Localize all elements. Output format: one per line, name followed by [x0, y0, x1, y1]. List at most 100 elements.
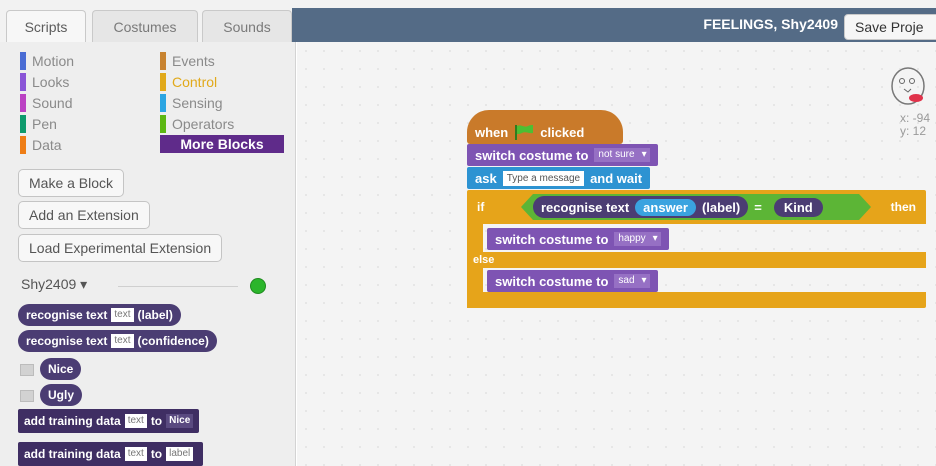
category-operators[interactable]: Operators: [160, 115, 234, 133]
category-label: Sensing: [172, 95, 223, 111]
else-label: else: [473, 254, 495, 266]
block-text: switch costume to: [495, 273, 609, 289]
tab-costumes[interactable]: Costumes: [92, 10, 198, 42]
operators-color-swatch: [160, 115, 166, 133]
category-label: Events: [172, 53, 215, 69]
category-more-blocks[interactable]: More Blocks: [160, 135, 284, 153]
block-input-slot[interactable]: text: [124, 447, 147, 461]
block-text: (label): [701, 199, 741, 215]
divider: [118, 286, 238, 287]
make-a-block-button[interactable]: Make a Block: [18, 169, 125, 197]
category-label: Sound: [32, 95, 73, 111]
add-extension-button[interactable]: Add an Extension: [18, 201, 150, 229]
category-sound[interactable]: Sound: [20, 94, 72, 112]
block-text: Ugly: [48, 388, 75, 402]
block-add-training-data-label[interactable]: add training data text to label: [18, 442, 204, 466]
block-label-nice[interactable]: Nice: [40, 358, 82, 380]
block-text: (label): [137, 308, 173, 322]
block-input-slot[interactable]: label: [166, 447, 194, 461]
switch-costume-happy-block[interactable]: switch costume to happy ▾: [487, 228, 669, 250]
ask-message-input[interactable]: Type a message: [502, 170, 585, 186]
events-color-swatch: [160, 52, 166, 70]
block-text: switch costume to: [495, 231, 609, 247]
green-flag-icon: [515, 125, 534, 140]
sprite-thumbnail[interactable]: [882, 64, 932, 112]
top-bar: Scripts Costumes Sounds FEELINGS, Shy240…: [0, 0, 936, 43]
chevron-down-icon: ▾: [649, 232, 661, 246]
category-motion[interactable]: Motion: [20, 52, 74, 70]
block-input-slot[interactable]: text: [111, 308, 134, 322]
project-header: FEELINGS, Shy2409 Save Proje: [292, 8, 936, 42]
tab-scripts[interactable]: Scripts: [6, 10, 86, 43]
block-text: when: [475, 124, 509, 140]
data-color-swatch: [20, 136, 26, 154]
tab-sounds[interactable]: Sounds: [202, 10, 292, 42]
category-label: Control: [172, 74, 218, 90]
block-add-training-data-nice[interactable]: add training data text to Nice: [18, 409, 200, 433]
block-input-slot[interactable]: text: [111, 334, 134, 348]
block-text: add training data: [24, 414, 121, 428]
block-text: ask: [475, 170, 497, 186]
label-ugly-checkbox[interactable]: [20, 390, 34, 402]
looks-color-swatch: [20, 73, 26, 91]
scripts-area[interactable]: x: -94 y: 12 when clicked switch costume…: [297, 42, 936, 466]
answer-reporter[interactable]: answer: [635, 199, 696, 216]
equals-sign: =: [754, 199, 762, 215]
chevron-down-icon: ▾: [638, 148, 650, 162]
sprite-coordinates: x: -94 y: 12: [900, 112, 930, 138]
then-label: then: [890, 200, 916, 214]
category-label: Motion: [32, 53, 75, 69]
category-pen[interactable]: Pen: [20, 115, 57, 133]
equals-operator-block[interactable]: recognise text answer (label) = Kind: [521, 194, 871, 220]
sprite-y: y: 12: [899, 124, 926, 138]
category-events[interactable]: Events: [160, 52, 215, 70]
chevron-down-icon: ▾: [638, 274, 650, 288]
block-label-ugly[interactable]: Ugly: [40, 384, 83, 406]
block-recognise-label[interactable]: recognise text text (label): [18, 304, 181, 326]
category-looks[interactable]: Looks: [20, 73, 69, 91]
block-input-slot[interactable]: text: [124, 414, 147, 428]
category-data[interactable]: Data: [20, 136, 62, 154]
ask-and-wait-block[interactable]: ask Type a message and wait: [467, 167, 651, 189]
costume-dropdown[interactable]: happy: [614, 232, 650, 246]
block-recognise-confidence[interactable]: recognise text text (confidence): [18, 330, 217, 352]
if-footer: [467, 292, 926, 308]
when-flag-clicked-block[interactable]: when clicked: [467, 110, 623, 144]
category-label: Data: [32, 137, 62, 153]
model-selector[interactable]: Shy2409 ▾: [21, 276, 87, 293]
category-label: Pen: [32, 116, 57, 132]
if-label: if: [477, 200, 485, 214]
model-status-indicator: [250, 278, 266, 294]
category-label: Operators: [172, 116, 235, 132]
control-color-swatch: [160, 73, 166, 91]
project-title: FEELINGS, Shy2409: [703, 16, 838, 32]
else-bar: [467, 252, 926, 268]
recognise-text-label-block[interactable]: recognise text answer (label): [533, 196, 748, 218]
switch-costume-block[interactable]: switch costume to not sure ▾: [467, 144, 658, 166]
block-text: (confidence): [137, 334, 209, 348]
block-text: to: [150, 414, 163, 428]
block-text: add training data: [24, 447, 121, 461]
category-label: Looks: [32, 74, 70, 90]
block-text: and wait: [590, 170, 643, 186]
load-experimental-extension-button[interactable]: Load Experimental Extension: [18, 234, 223, 262]
save-project-button[interactable]: Save Proje: [844, 14, 936, 40]
label-dropdown[interactable]: Nice: [166, 414, 194, 428]
switch-costume-sad-block[interactable]: switch costume to sad ▾: [487, 270, 658, 292]
kind-label-reporter[interactable]: Kind: [774, 198, 823, 217]
if-else-block[interactable]: if recognise text answer (label) = Kind th…: [467, 190, 926, 308]
category-control[interactable]: Control: [160, 73, 217, 91]
block-text: to: [150, 447, 163, 461]
block-text: switch costume to: [475, 147, 589, 163]
block-text: Nice: [48, 362, 74, 376]
sound-color-swatch: [20, 94, 26, 112]
costume-dropdown[interactable]: sad: [614, 274, 639, 288]
model-name: Shy2409: [21, 276, 77, 292]
category-sensing[interactable]: Sensing: [160, 94, 223, 112]
costume-dropdown[interactable]: not sure: [594, 148, 639, 162]
block-text: recognise text: [26, 308, 108, 322]
chevron-down-icon: ▾: [80, 276, 88, 292]
label-nice-checkbox[interactable]: [20, 364, 34, 376]
block-text: clicked: [540, 124, 585, 140]
pen-color-swatch: [20, 115, 26, 133]
